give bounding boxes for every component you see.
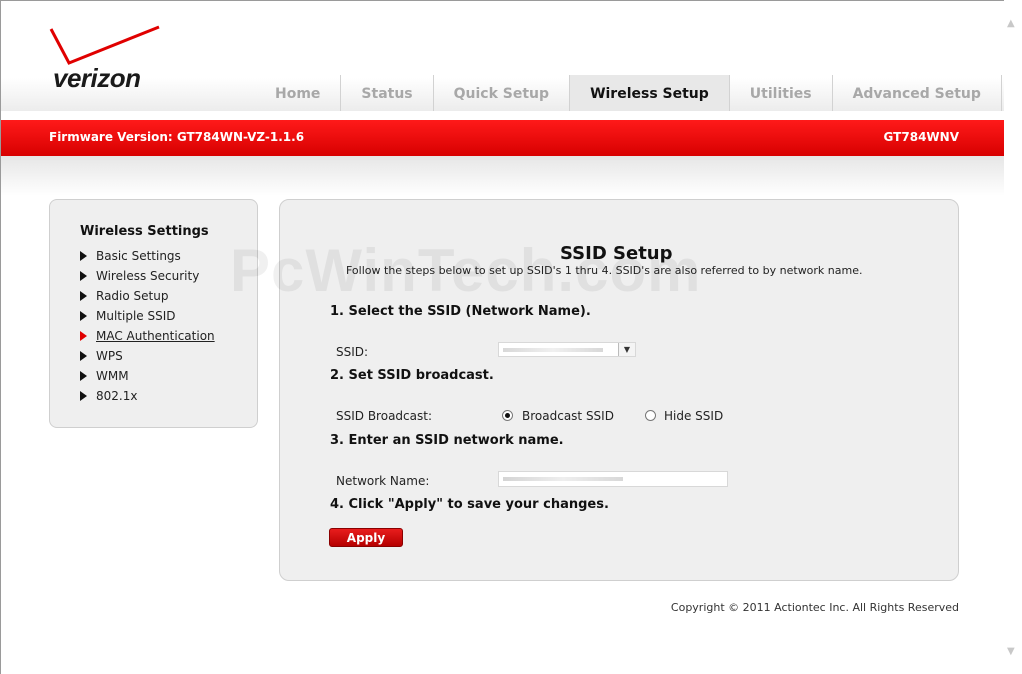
hide-ssid-radio[interactable] [645, 410, 656, 421]
banner-shadow [1, 156, 1004, 196]
sidebar-item-label: MAC Authentication [96, 329, 215, 343]
sidebar-item-label: WPS [96, 349, 123, 363]
sidebar-item-label: Basic Settings [96, 249, 181, 263]
tab-home[interactable]: Home [255, 75, 340, 111]
sidebar-item-wmm[interactable]: WMM [80, 366, 215, 386]
arrow-right-icon [80, 311, 87, 321]
firmware-version: Firmware Version: GT784WN-VZ-1.1.6 [49, 130, 305, 144]
network-name-label: Network Name: [336, 474, 430, 488]
ssid-broadcast-label: SSID Broadcast: [336, 409, 432, 423]
chevron-down-icon[interactable]: ▼ [618, 343, 635, 356]
arrow-right-icon [80, 371, 87, 381]
sidebar-item-wps[interactable]: WPS [80, 346, 215, 366]
sidebar-item-radio-setup[interactable]: Radio Setup [80, 286, 215, 306]
network-name-value [503, 477, 623, 481]
tab-wireless-setup[interactable]: Wireless Setup [569, 75, 729, 111]
arrow-right-icon [80, 331, 87, 341]
sidebar-item-label: Multiple SSID [96, 309, 176, 323]
tab-advanced-setup[interactable]: Advanced Setup [831, 75, 1002, 111]
page-title: SSID Setup [560, 243, 673, 264]
checkmark-icon [49, 25, 160, 65]
ssid-label: SSID: [336, 345, 369, 359]
step-4-heading: 4. Click "Apply" to save your changes. [330, 497, 609, 512]
scrollbar[interactable]: ▲ ▼ [1004, 0, 1022, 674]
sidebar-item-wireless-security[interactable]: Wireless Security [80, 266, 215, 286]
arrow-right-icon [80, 271, 87, 281]
arrow-right-icon [80, 391, 87, 401]
sidebar-item-multiple-ssid[interactable]: Multiple SSID [80, 306, 215, 326]
step-1-heading: 1. Select the SSID (Network Name). [330, 304, 591, 319]
ssid-select[interactable]: ▼ [498, 342, 636, 357]
sidebar-item-label: Wireless Security [96, 269, 200, 283]
broadcast-ssid-label: Broadcast SSID [522, 409, 614, 423]
sidebar-item-basic-settings[interactable]: Basic Settings [80, 246, 215, 266]
page-description: Follow the steps below to set up SSID's … [346, 264, 863, 277]
scroll-down-icon[interactable]: ▼ [1007, 646, 1015, 657]
sidebar: Wireless Settings Basic Settings Wireles… [49, 199, 258, 428]
sidebar-item-label: Radio Setup [96, 289, 169, 303]
logo-text: verizon [53, 63, 141, 93]
tab-utilities[interactable]: Utilities [728, 75, 832, 111]
broadcast-ssid-radio[interactable] [502, 410, 513, 421]
main-nav: Home Status Quick Setup Wireless Setup U… [255, 75, 1002, 111]
scroll-up-icon[interactable]: ▲ [1007, 18, 1015, 29]
tab-quick-setup[interactable]: Quick Setup [432, 75, 569, 111]
hide-ssid-label: Hide SSID [664, 409, 724, 423]
arrow-right-icon [80, 351, 87, 361]
tab-status[interactable]: Status [340, 75, 432, 111]
firmware-banner: Firmware Version: GT784WN-VZ-1.1.6 GT784… [1, 120, 1004, 156]
arrow-right-icon [80, 291, 87, 301]
sidebar-list: Basic Settings Wireless Security Radio S… [80, 246, 215, 406]
sidebar-item-label: WMM [96, 369, 129, 383]
sidebar-item-label: 802.1x [96, 389, 138, 403]
copyright: Copyright © 2011 Actiontec Inc. All Righ… [670, 601, 959, 614]
ssid-select-value [503, 348, 603, 352]
step-2-heading: 2. Set SSID broadcast. [330, 368, 494, 383]
step-3-heading: 3. Enter an SSID network name. [330, 433, 564, 448]
verizon-logo: verizon [47, 23, 165, 93]
header: verizon Home Status Quick Setup Wireless… [1, 1, 1004, 111]
sidebar-item-8021x[interactable]: 802.1x [80, 386, 215, 406]
apply-button[interactable]: Apply [329, 528, 403, 547]
sidebar-item-mac-authentication[interactable]: MAC Authentication [80, 326, 215, 346]
sidebar-title: Wireless Settings [80, 224, 209, 239]
network-name-input[interactable] [498, 471, 728, 487]
arrow-right-icon [80, 251, 87, 261]
model-name: GT784WNV [883, 130, 959, 144]
